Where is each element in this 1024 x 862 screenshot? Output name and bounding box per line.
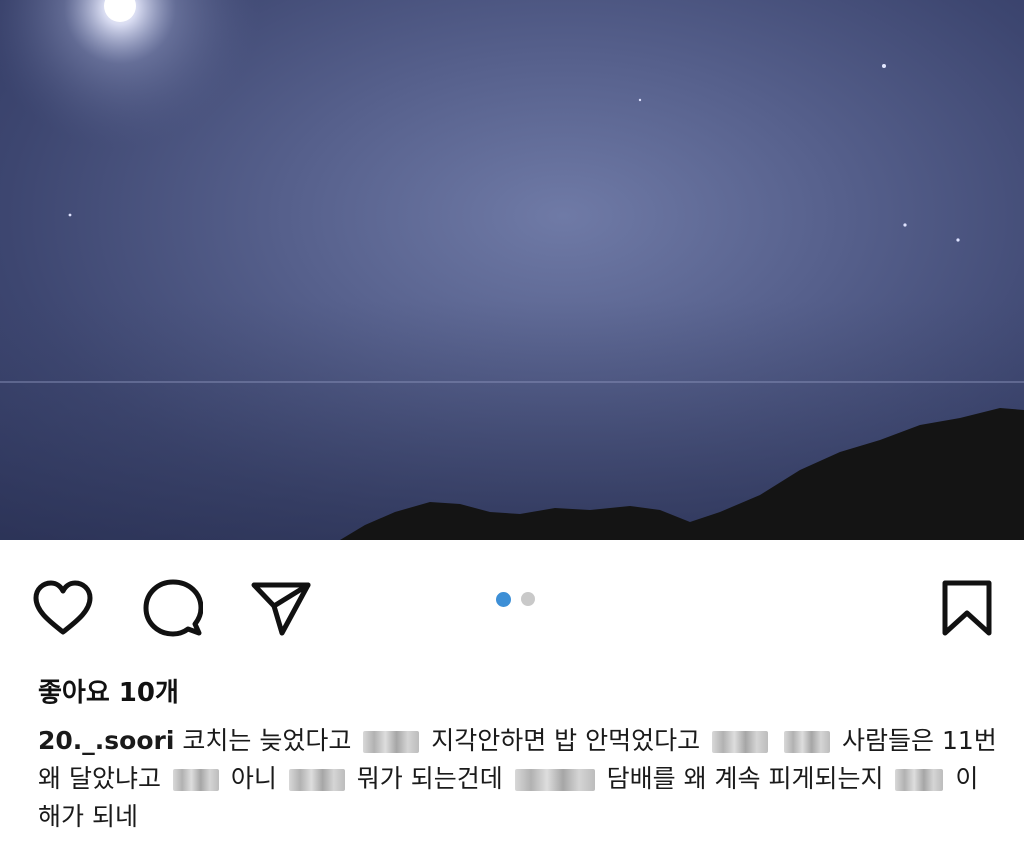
bookmark-icon[interactable] (934, 575, 1000, 641)
redacted-text (172, 769, 219, 791)
comment-bubble-icon[interactable] (140, 575, 206, 641)
caption-text: 뭐가 되는건데 (356, 764, 503, 793)
star (903, 223, 907, 227)
night-sky-scene (0, 0, 1024, 540)
post-caption: 20._.soori 코치는 늦었다고 지각안하면 밥 안먹었다고 사람들은 1… (38, 722, 1000, 836)
paper-plane-icon[interactable] (248, 575, 314, 641)
redacted-text (784, 731, 831, 753)
star (956, 238, 960, 242)
carousel-dot-active[interactable] (496, 592, 511, 607)
likes-count[interactable]: 좋아요 10개 (38, 672, 179, 709)
caption-text: 지각안하면 밥 안먹었다고 (431, 726, 701, 755)
post-photo-night-sky[interactable] (0, 0, 1024, 540)
carousel-indicator (496, 592, 535, 607)
caption-username[interactable]: 20._.soori (38, 726, 174, 755)
star (638, 98, 642, 102)
caption-text: 담배를 왜 계속 피게되는지 (606, 764, 884, 793)
carousel-dot-inactive[interactable] (521, 592, 535, 606)
redacted-text (514, 769, 595, 791)
heart-icon[interactable] (30, 575, 96, 641)
redacted-text (288, 769, 345, 791)
redacted-text (363, 731, 420, 753)
instagram-post: 좋아요 10개 20._.soori 코치는 늦었다고 지각안하면 밥 안먹었다… (0, 0, 1024, 862)
star (68, 213, 72, 217)
caption-text: 코치는 늦었다고 (182, 726, 352, 755)
redacted-text (712, 731, 769, 753)
caption-text: 아니 (230, 764, 277, 793)
redacted-text (895, 769, 944, 791)
star (882, 64, 886, 68)
